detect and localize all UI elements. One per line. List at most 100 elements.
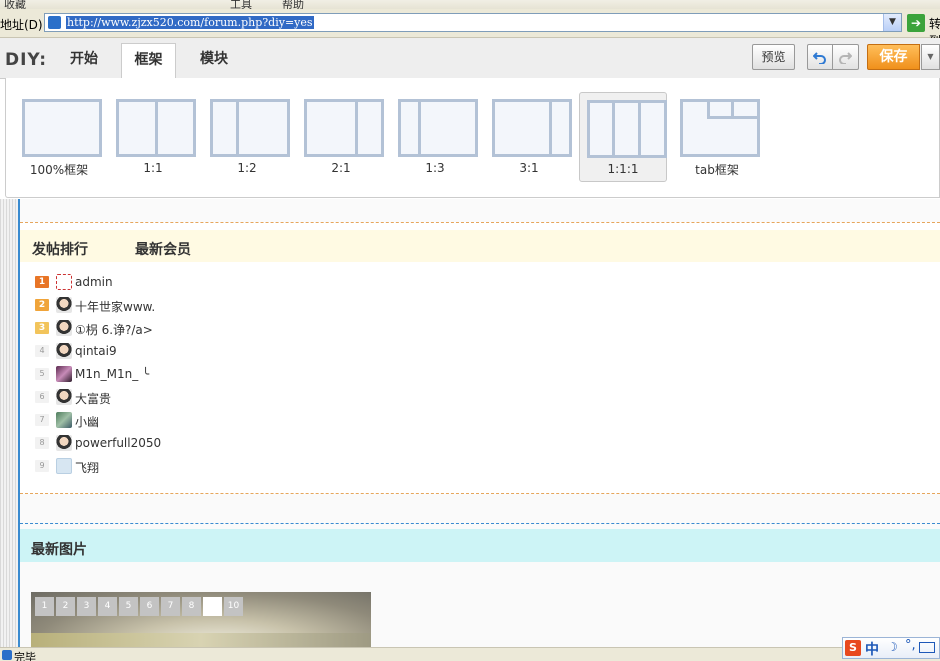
tab-new-members[interactable]: 最新会员 [135, 239, 191, 259]
diy-title: DIY: [5, 50, 48, 70]
list-item[interactable]: 1 admin [35, 273, 435, 291]
status-text: 完毕 [14, 651, 36, 661]
avatar[interactable] [56, 412, 72, 428]
member-name[interactable]: 飞翔 [75, 459, 99, 476]
pager-page[interactable]: 4 [98, 597, 117, 616]
photo-block-title: 最新图片 [31, 542, 87, 558]
left-rail [0, 199, 18, 647]
pager-page[interactable]: 6 [140, 597, 159, 616]
save-menu-chevron-icon[interactable]: ▼ [921, 44, 940, 70]
avatar[interactable] [56, 458, 72, 474]
tab-module[interactable]: 模块 [184, 43, 244, 78]
photo-block-header[interactable]: 最新图片 [20, 529, 940, 562]
list-item[interactable]: 9 飞翔 [35, 457, 435, 475]
list-item[interactable]: 6 大富贵 [35, 388, 435, 406]
member-name[interactable]: 小幽 [75, 413, 99, 430]
tab-post-ranking[interactable]: 发帖排行 [32, 239, 88, 259]
avatar[interactable] [56, 297, 72, 313]
ime-keyboard-icon[interactable] [919, 642, 935, 653]
frame-preview-icon [304, 99, 384, 157]
member-name[interactable]: 大富贵 [75, 390, 111, 407]
go-button[interactable]: ➔ 转到 [905, 13, 940, 48]
member-name[interactable]: qintai9 [75, 344, 117, 358]
frame-option-1-2[interactable]: 1:2 [203, 92, 291, 182]
address-dropdown-icon[interactable]: ▼ [883, 14, 901, 31]
pager-page[interactable]: 3 [77, 597, 96, 616]
frame-preview-icon [22, 99, 102, 157]
pager-page[interactable]: 8 [182, 597, 201, 616]
page-status-icon [2, 650, 12, 660]
avatar[interactable] [56, 320, 72, 336]
ranking-block[interactable]: 发帖排行 最新会员 1 admin 2 十年世家www. 3 ①枴 6.诤?/a… [20, 222, 940, 494]
member-name[interactable]: M1n_M1n_ ╰ [75, 367, 149, 381]
pager-page-active[interactable] [203, 597, 222, 616]
frame-panel: 100%框架 1:1 1:2 2:1 1:3 3:1 1:1:1 tab框架 [5, 78, 940, 198]
frame-preview-icon [210, 99, 290, 157]
rank-badge: 7 [35, 414, 49, 426]
avatar[interactable] [56, 366, 72, 382]
save-button[interactable]: 保存 [867, 44, 920, 70]
preview-button[interactable]: 预览 [752, 44, 795, 70]
list-item[interactable]: 7 小幽 [35, 411, 435, 429]
rank-badge: 6 [35, 391, 49, 403]
address-input[interactable]: http://www.zjzx520.com/forum.php?diy=yes… [44, 13, 902, 32]
frame-option-2-1[interactable]: 2:1 [297, 92, 385, 182]
list-item[interactable]: 2 十年世家www. [35, 296, 435, 314]
ime-halfwidth-icon[interactable]: ☽ [887, 640, 898, 654]
diy-content-area: 发帖排行 最新会员 1 admin 2 十年世家www. 3 ①枴 6.诤?/a… [20, 199, 940, 647]
latest-photo[interactable]: 1 2 3 4 5 6 7 8 10 [31, 592, 371, 647]
pager-page[interactable]: 2 [56, 597, 75, 616]
rank-badge: 4 [35, 345, 49, 357]
rank-badge: 2 [35, 299, 49, 311]
list-item[interactable]: 4 qintai9 [35, 342, 435, 360]
member-name[interactable]: ①枴 6.诤?/a> [75, 321, 153, 338]
frame-option-1-1-1[interactable]: 1:1:1 [579, 92, 667, 182]
diy-toolbar: DIY: 开始 框架 模块 预览 保存 ▼ [0, 38, 940, 79]
frame-option-1-1[interactable]: 1:1 [109, 92, 197, 182]
address-bar: 地址(D) http://www.zjzx520.com/forum.php?d… [0, 9, 940, 48]
frame-preview-icon [680, 99, 760, 157]
frame-option-tab[interactable]: tab框架 [673, 92, 761, 182]
list-item[interactable]: 5 M1n_M1n_ ╰ [35, 365, 435, 383]
toolbar-item[interactable]: 收藏 [4, 0, 26, 9]
address-url[interactable]: http://www.zjzx520.com/forum.php?diy=yes [66, 16, 314, 29]
pager-page[interactable]: 10 [224, 597, 243, 616]
pager-page[interactable]: 5 [119, 597, 138, 616]
photo-bottom [31, 633, 371, 647]
avatar[interactable] [56, 343, 72, 359]
ime-toolbar[interactable]: S 中 ☽ °, [842, 637, 940, 659]
avatar[interactable] [56, 435, 72, 451]
toolbar-item[interactable]: 工具 [230, 0, 252, 9]
member-name[interactable]: admin [75, 275, 113, 289]
redo-button[interactable] [833, 44, 859, 70]
member-name[interactable]: 十年世家www. [75, 298, 155, 315]
ime-logo-icon[interactable]: S [845, 640, 861, 656]
frame-label: tab框架 [695, 163, 739, 177]
frame-label: 100%框架 [29, 163, 89, 177]
list-item[interactable]: 3 ①枴 6.诤?/a> [35, 319, 435, 337]
ime-punctuation-icon[interactable]: °, [905, 638, 916, 653]
frame-option-100[interactable]: 100%框架 [15, 92, 103, 182]
pager-page[interactable]: 7 [161, 597, 180, 616]
ime-mode-toggle[interactable]: 中 [865, 639, 879, 659]
frame-preview-icon [398, 99, 478, 157]
block-separator [20, 523, 940, 524]
frame-preview-icon [492, 99, 572, 157]
tab-frame[interactable]: 框架 [121, 43, 176, 79]
undo-icon [813, 52, 826, 64]
member-name[interactable]: powerfull2050 [75, 436, 161, 450]
frame-option-1-3[interactable]: 1:3 [391, 92, 479, 182]
rank-badge: 3 [35, 322, 49, 334]
frame-label: 1:1 [143, 161, 163, 175]
avatar[interactable] [56, 274, 72, 290]
frame-label: 1:2 [237, 161, 257, 175]
frame-preview-icon [116, 99, 196, 157]
list-item[interactable]: 8 powerfull2050 [35, 434, 435, 452]
tab-start[interactable]: 开始 [54, 43, 114, 78]
frame-label: 3:1 [519, 161, 539, 175]
toolbar-item[interactable]: 帮助 [282, 0, 304, 9]
frame-option-3-1[interactable]: 3:1 [485, 92, 573, 182]
pager-page[interactable]: 1 [35, 597, 54, 616]
avatar[interactable] [56, 389, 72, 405]
undo-button[interactable] [807, 44, 833, 70]
